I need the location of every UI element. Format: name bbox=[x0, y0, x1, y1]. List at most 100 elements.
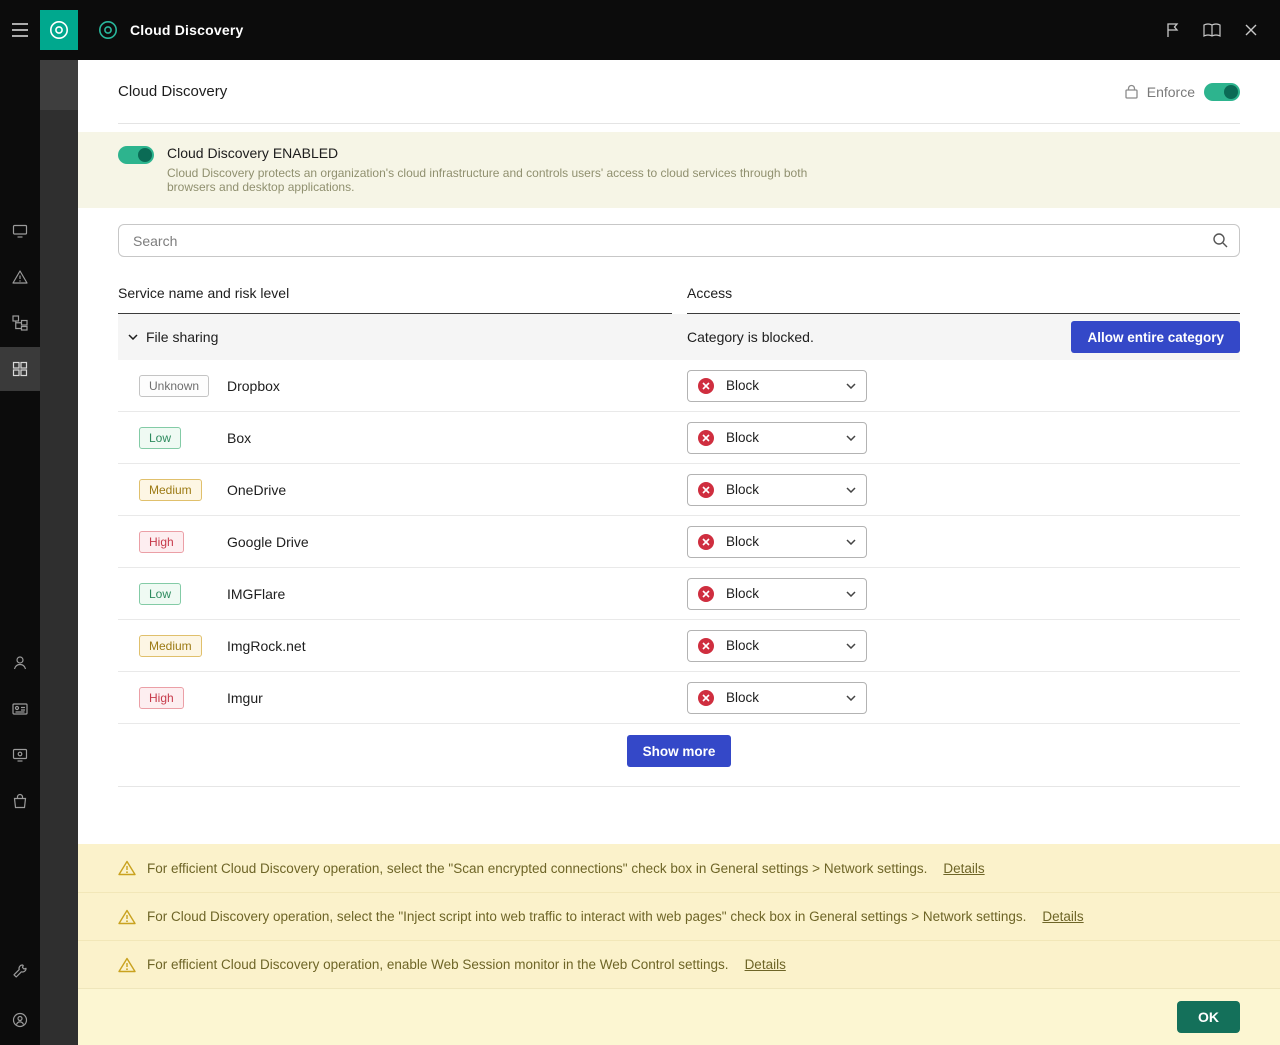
details-link[interactable]: Details bbox=[1042, 909, 1083, 924]
table-row: Medium OneDrive Block bbox=[118, 464, 1240, 516]
risk-badge: Unknown bbox=[139, 374, 210, 397]
users-icon[interactable] bbox=[0, 641, 40, 685]
app-logo-icon bbox=[50, 21, 68, 39]
block-icon bbox=[698, 689, 714, 706]
chevron-down-icon bbox=[846, 486, 856, 493]
access-value: Block bbox=[726, 638, 760, 653]
show-more-row: Show more bbox=[118, 724, 1240, 787]
warning-text: For efficient Cloud Discovery operation,… bbox=[147, 860, 928, 876]
secondary-rail-top bbox=[40, 0, 78, 60]
tools-icon[interactable] bbox=[0, 949, 40, 993]
risk-badge: Low bbox=[139, 426, 182, 449]
panel-scrollbar-thumb[interactable] bbox=[40, 60, 78, 110]
category-row[interactable]: File sharing Category is blocked. Allow … bbox=[118, 314, 1240, 360]
block-icon bbox=[698, 585, 714, 602]
table-row: High Imgur Block bbox=[118, 672, 1240, 724]
rail-group-top bbox=[0, 209, 40, 391]
category-status: Category is blocked. bbox=[687, 329, 814, 345]
chevron-down-icon bbox=[128, 334, 138, 340]
access-dropdown[interactable]: Block bbox=[687, 421, 867, 454]
alerts-icon[interactable] bbox=[0, 255, 40, 299]
app-logo-tile[interactable] bbox=[40, 10, 78, 50]
chevron-down-icon bbox=[846, 382, 856, 389]
details-link[interactable]: Details bbox=[745, 957, 786, 972]
warning-banner: For efficient Cloud Discovery operation,… bbox=[78, 844, 1280, 892]
access-value: Block bbox=[726, 482, 760, 497]
enforce-label: Enforce bbox=[1146, 83, 1195, 100]
content-area: Cloud Discovery Enforce Cloud Discovery … bbox=[78, 60, 1280, 1045]
id-card-icon[interactable] bbox=[0, 687, 40, 731]
access-dropdown[interactable]: Block bbox=[687, 473, 867, 506]
chevron-down-icon bbox=[846, 538, 856, 545]
warning-icon bbox=[118, 909, 136, 925]
access-dropdown[interactable]: Block bbox=[687, 369, 867, 402]
access-value: Block bbox=[726, 430, 760, 445]
access-dropdown[interactable]: Block bbox=[687, 681, 867, 714]
service-name: Imgur bbox=[227, 689, 263, 706]
risk-badge: Medium bbox=[139, 478, 202, 501]
category-name: File sharing bbox=[146, 329, 219, 345]
chevron-down-icon bbox=[846, 694, 856, 701]
service-name: Google Drive bbox=[227, 533, 309, 550]
block-icon bbox=[698, 377, 714, 394]
window-title: Cloud Discovery bbox=[130, 22, 244, 38]
block-icon bbox=[698, 429, 714, 446]
page-title: Cloud Discovery bbox=[118, 83, 228, 100]
enforce-control: Enforce bbox=[1125, 82, 1240, 101]
apps-grid-icon[interactable] bbox=[0, 347, 40, 391]
warning-text: For efficient Cloud Discovery operation,… bbox=[147, 957, 729, 972]
details-link[interactable]: Details bbox=[943, 861, 984, 876]
table-row: High Google Drive Block bbox=[118, 516, 1240, 568]
warning-icon bbox=[118, 860, 136, 876]
lock-icon bbox=[1125, 84, 1138, 99]
search-input[interactable] bbox=[118, 224, 1240, 257]
risk-badge: Medium bbox=[139, 634, 202, 657]
risk-badge: Low bbox=[139, 582, 182, 605]
ok-button[interactable]: OK bbox=[1177, 1001, 1240, 1033]
enabled-banner: Cloud Discovery ENABLED Cloud Discovery … bbox=[78, 132, 1280, 208]
table-header: Service name and risk level Access bbox=[118, 271, 1240, 314]
profile-icon[interactable] bbox=[0, 998, 40, 1042]
access-value: Block bbox=[726, 534, 760, 549]
enforce-toggle[interactable] bbox=[1204, 82, 1240, 101]
table-row: Medium ImgRock.net Block bbox=[118, 620, 1240, 672]
enabled-banner-text: Cloud Discovery ENABLED Cloud Discovery … bbox=[167, 145, 812, 194]
service-name: IMGFlare bbox=[227, 585, 286, 602]
cloud-discovery-logo-icon bbox=[99, 21, 117, 39]
access-dropdown[interactable]: Block bbox=[687, 577, 867, 610]
table-row: Low Box Block bbox=[118, 412, 1240, 464]
table-row: Low IMGFlare Block bbox=[118, 568, 1240, 620]
service-name: Box bbox=[227, 429, 252, 446]
workstation-icon[interactable] bbox=[0, 733, 40, 777]
access-dropdown[interactable]: Block bbox=[687, 525, 867, 558]
access-dropdown[interactable]: Block bbox=[687, 629, 867, 662]
page-header: Cloud Discovery Enforce bbox=[118, 60, 1240, 124]
service-name: Dropbox bbox=[227, 377, 280, 394]
dashboard-icon[interactable] bbox=[0, 209, 40, 253]
bottom-section: For efficient Cloud Discovery operation,… bbox=[78, 844, 1280, 1045]
service-name: OneDrive bbox=[227, 481, 287, 498]
close-icon[interactable] bbox=[1240, 19, 1262, 41]
main-panel: Cloud Discovery Cloud Discovery Enforce bbox=[78, 0, 1280, 1045]
show-more-button[interactable]: Show more bbox=[626, 735, 732, 767]
search-bar bbox=[118, 224, 1240, 257]
window-titlebar: Cloud Discovery bbox=[78, 0, 1280, 60]
hierarchy-icon[interactable] bbox=[0, 301, 40, 345]
warning-text: For Cloud Discovery operation, select th… bbox=[147, 909, 1027, 924]
table-row: Unknown Dropbox Block bbox=[118, 360, 1240, 412]
dialog-footer: OK bbox=[78, 988, 1280, 1045]
enabled-banner-title: Cloud Discovery ENABLED bbox=[167, 145, 339, 161]
menu-icon[interactable] bbox=[0, 0, 40, 60]
chevron-down-icon bbox=[846, 590, 856, 597]
allow-entire-category-button[interactable]: Allow entire category bbox=[1071, 321, 1240, 353]
access-value: Block bbox=[726, 690, 760, 705]
marketplace-icon[interactable] bbox=[0, 779, 40, 823]
access-value: Block bbox=[726, 586, 760, 601]
rail-group-middle bbox=[0, 641, 40, 823]
flag-icon[interactable] bbox=[1160, 17, 1184, 43]
cloud-discovery-toggle[interactable] bbox=[118, 146, 154, 164]
secondary-rail bbox=[40, 0, 78, 1045]
warning-icon bbox=[118, 957, 136, 973]
manual-icon[interactable] bbox=[1198, 18, 1226, 42]
left-rail bbox=[0, 0, 40, 1045]
